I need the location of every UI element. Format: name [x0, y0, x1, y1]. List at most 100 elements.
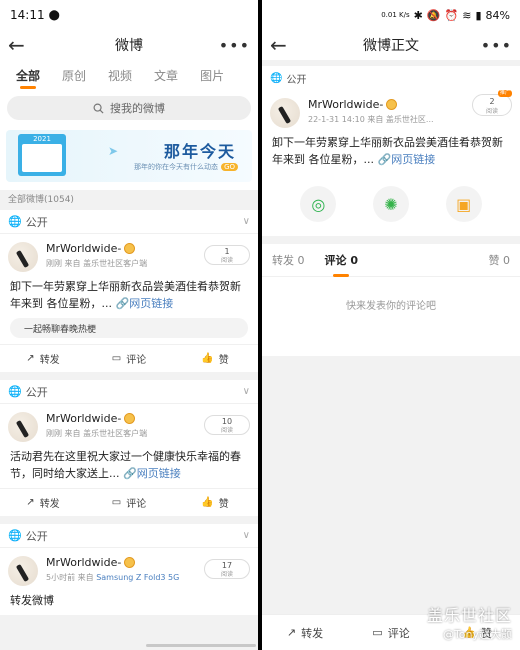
go-badge[interactable]: GO: [221, 163, 238, 171]
tab-original[interactable]: 原创: [62, 60, 86, 92]
network-speed: 0.01 K/s: [381, 11, 410, 19]
alarm-icon: ⏰: [444, 8, 459, 22]
signal-icon: ▮: [475, 8, 482, 22]
tab-video[interactable]: 视频: [108, 60, 132, 92]
search-wrap: 搜我的微博: [0, 92, 258, 126]
comment-button[interactable]: ▭ 评论: [348, 615, 434, 650]
repost-label: 转发: [39, 355, 60, 366]
post-time: 刚刚: [46, 259, 62, 268]
tab-all[interactable]: 全部: [16, 60, 40, 92]
source-prefix: 来自: [77, 573, 94, 582]
user-name[interactable]: MrWorldwide-: [308, 98, 383, 111]
comment-icon: ▭: [111, 497, 122, 508]
like-button[interactable]: 👍 赞: [172, 345, 258, 372]
avatar[interactable]: [8, 556, 38, 586]
emoji-badge-icon: [124, 413, 136, 424]
search-icon: [93, 103, 104, 114]
globe-icon: 🌐: [270, 72, 283, 84]
read-count-value: 2: [489, 97, 495, 106]
repost-button[interactable]: ↗ 转发: [0, 345, 86, 372]
chevron-down-icon[interactable]: ∨: [243, 386, 250, 397]
avatar[interactable]: [8, 242, 38, 272]
banner-subtitle: 那年的你在今天有什么动态: [134, 163, 219, 171]
like-button[interactable]: 👍 赞: [172, 489, 258, 516]
read-count-value: 1: [224, 247, 230, 256]
share-row: ◎ ✺ ▣: [262, 174, 520, 228]
visibility-label: 公开: [25, 215, 48, 229]
memories-banner[interactable]: ➤ 那年今天 那年的你在今天有什么动态 GO: [6, 130, 252, 182]
comment-label: 评论: [126, 499, 147, 510]
moments-share-button[interactable]: ✺: [372, 186, 409, 222]
avatar[interactable]: [270, 98, 300, 128]
search-input[interactable]: 搜我的微博: [7, 96, 251, 120]
tab-repost[interactable]: 转发 0: [272, 252, 305, 268]
web-link-label: 网页链接: [136, 467, 181, 480]
avatar[interactable]: [8, 412, 38, 442]
comment-button[interactable]: ▭ 评论: [86, 345, 172, 372]
wifi-icon: ≋: [462, 8, 472, 22]
post-actions: ↗ 转发 ▭ 评论 👍 赞: [0, 344, 258, 372]
filter-tabs: 全部 原创 视频 文章 图片: [0, 60, 258, 92]
web-link[interactable]: 🔗网页链接: [116, 297, 174, 310]
user-name[interactable]: MrWorldwide-: [46, 242, 121, 255]
user-name[interactable]: MrWorldwide-: [46, 556, 121, 569]
post-card: 🌐 公开 ∨ MrWorldwide- 刚刚 来自 盖乐世社区客户端 1 阅读: [0, 210, 258, 372]
comment-icon: ▭: [111, 353, 122, 364]
section-title: 全部微博(1054): [8, 195, 74, 205]
post-time: 22-1-31 14:10: [308, 115, 365, 124]
globe-icon: 🌐: [8, 215, 22, 228]
topic-chip[interactable]: 一起畅聊春晚热梗: [10, 318, 248, 338]
post-text[interactable]: 活动君先在这里祝大家过一个健康快乐幸福的春节，同时给大家送上... 🔗网页链接: [0, 446, 258, 488]
calendar-icon: [18, 134, 66, 176]
nav-bar: ← 微博正文 •••: [262, 30, 520, 60]
comment-button[interactable]: ▭ 评论: [86, 489, 172, 516]
like-label: 赞: [218, 355, 229, 366]
status-bar: 0.01 K/s ✱ 🔕 ⏰ ≋ ▮ 84%: [262, 0, 520, 30]
comment-label: 评论: [387, 626, 410, 640]
comment-icon: ▭: [372, 626, 383, 639]
mute-icon: 🔕: [426, 8, 441, 22]
emoji-badge-icon: [124, 243, 136, 254]
save-image-icon: ▣: [456, 194, 472, 214]
repost-button[interactable]: ↗ 转发: [0, 489, 86, 516]
notification-icon: ⬤: [48, 9, 60, 21]
post-text[interactable]: 卸下一年劳累穿上华丽新衣品尝美酒佳肴恭贺新年来到 各位星粉，... 🔗网页链接: [0, 276, 258, 318]
promote-read-count[interactable]: 推广 2 阅读: [472, 90, 512, 116]
save-image-button[interactable]: ▣: [445, 186, 482, 222]
bluetooth-icon: ✱: [413, 8, 423, 22]
repost-button[interactable]: ↗ 转发: [262, 615, 348, 650]
repost-icon: ↗: [26, 353, 35, 364]
tab-comment[interactable]: 评论 0: [325, 252, 358, 268]
post-detail: MrWorldwide- 22-1-31 14:10 来自 盖乐世社区... 推…: [262, 90, 520, 236]
comment-label: 评论: [126, 355, 147, 366]
more-options-icon[interactable]: •••: [219, 36, 250, 55]
web-link[interactable]: 🔗网页链接: [123, 467, 181, 480]
left-pane: 14:11 ⬤ ← 微博 ••• 全部 原创 视频 文章 图片 搜我的微博 ➤ …: [0, 0, 258, 650]
tab-likes[interactable]: 赞 0: [489, 252, 511, 268]
back-arrow-icon[interactable]: ←: [270, 33, 294, 57]
chevron-down-icon[interactable]: ∨: [243, 530, 250, 541]
watermark-line2: @Tony赵大颢: [442, 628, 512, 641]
banner-subtitle-row: 那年的你在今天有什么动态 GO: [134, 162, 238, 172]
promote-tag: 推广: [497, 90, 512, 97]
visibility-label: 公开: [25, 529, 48, 543]
battery-level: 84%: [485, 8, 510, 22]
post-header: MrWorldwide- 刚刚 来自 盖乐世社区客户端 1 阅读: [0, 234, 258, 276]
wechat-share-button[interactable]: ◎: [300, 186, 337, 222]
read-count: 17 阅读: [204, 559, 250, 579]
post-meta: 5小时前 来自 Samsung Z Fold3 5G: [46, 572, 179, 583]
tab-image[interactable]: 图片: [200, 60, 224, 92]
post-time: 5小时前: [46, 573, 76, 582]
web-link[interactable]: 🔗网页链接: [378, 153, 436, 166]
post-source: 盖乐世社区客户端: [83, 429, 148, 438]
globe-icon: 🌐: [8, 385, 22, 398]
back-arrow-icon[interactable]: ←: [8, 33, 32, 57]
post-source: Samsung Z Fold3 5G: [96, 573, 180, 582]
more-options-icon[interactable]: •••: [481, 36, 512, 55]
source-prefix: 来自: [367, 115, 384, 124]
tab-article[interactable]: 文章: [154, 60, 178, 92]
user-name[interactable]: MrWorldwide-: [46, 412, 121, 425]
read-count: 1 阅读: [204, 245, 250, 265]
post-text[interactable]: 转发微博: [0, 590, 258, 615]
chevron-down-icon[interactable]: ∨: [243, 216, 250, 227]
